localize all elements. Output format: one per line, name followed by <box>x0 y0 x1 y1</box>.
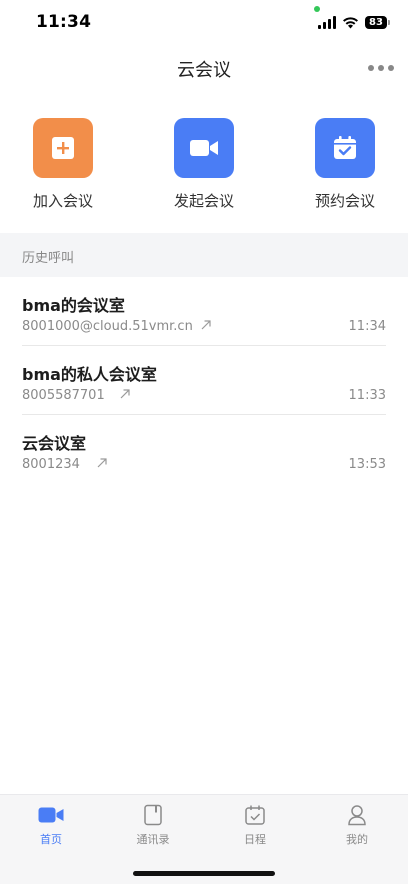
history-item-name: bma的私人会议室 <box>22 365 157 384</box>
page-title: 云会议 <box>177 60 231 81</box>
join-meeting-button[interactable]: 加入会议 <box>13 118 113 211</box>
join-meeting-tile <box>33 118 93 178</box>
history-list: bma的会议室 8001000@cloud.51vmr.cn 11:34 bma… <box>0 277 408 484</box>
outgoing-call-arrow-icon <box>97 458 107 468</box>
schedule-meeting-tile <box>315 118 375 178</box>
outgoing-call-arrow-icon <box>201 320 211 330</box>
history-item-number: 8001000@cloud.51vmr.cn <box>22 319 193 334</box>
user-icon <box>348 805 366 826</box>
history-item-time: 11:33 <box>348 388 386 403</box>
contacts-book-icon <box>144 804 162 826</box>
tab-schedule-label: 日程 <box>244 833 266 846</box>
tab-profile-icon-wrap <box>344 803 370 827</box>
calendar-check-icon <box>245 805 265 825</box>
battery-tip <box>388 19 390 25</box>
tab-contacts[interactable]: 通讯录 <box>102 803 204 847</box>
battery-level: 83 <box>365 15 387 29</box>
history-item-name: 云会议室 <box>22 434 87 453</box>
more-button[interactable] <box>368 61 394 75</box>
status-icons: 83 <box>318 14 390 30</box>
tab-schedule[interactable]: 日程 <box>204 803 306 847</box>
home-indicator <box>133 871 275 876</box>
video-camera-icon <box>38 807 64 823</box>
quick-actions: 加入会议 发起会议 预约会议 <box>0 118 408 218</box>
cellular-signal-icon <box>318 15 336 29</box>
tab-contacts-label: 通讯录 <box>136 833 170 846</box>
start-meeting-label: 发起会议 <box>173 192 234 210</box>
status-time: 11:34 <box>36 12 92 32</box>
more-horizontal-icon <box>378 65 384 71</box>
tab-home-icon-wrap <box>38 803 64 827</box>
history-item[interactable]: bma的会议室 8001000@cloud.51vmr.cn 11:34 <box>0 277 408 346</box>
privacy-indicator <box>314 6 320 12</box>
tab-schedule-icon-wrap <box>242 803 268 827</box>
tab-profile[interactable]: 我的 <box>306 803 408 847</box>
header: 云会议 <box>0 52 408 86</box>
history-item-time: 11:34 <box>348 319 386 334</box>
wifi-icon <box>343 16 358 28</box>
tab-home[interactable]: 首页 <box>0 803 102 847</box>
start-meeting-button[interactable]: 发起会议 <box>154 118 254 211</box>
plus-square-icon <box>52 137 74 159</box>
history-section-title: 历史呼叫 <box>22 251 75 266</box>
schedule-meeting-button[interactable]: 预约会议 <box>295 118 395 211</box>
tab-bar: 首页 通讯录 日程 我的 <box>0 794 408 884</box>
history-item-name: bma的会议室 <box>22 296 125 315</box>
status-bar: 11:34 83 <box>0 0 408 44</box>
outgoing-call-arrow-icon <box>120 389 130 399</box>
history-item-time: 13:53 <box>348 457 386 472</box>
schedule-meeting-label: 预约会议 <box>314 192 375 210</box>
join-meeting-label: 加入会议 <box>32 192 93 210</box>
history-item-number: 8001234 <box>22 457 80 472</box>
calendar-check-icon <box>334 136 356 159</box>
tab-home-label: 首页 <box>40 833 62 846</box>
more-horizontal-icon <box>388 65 394 71</box>
video-camera-icon <box>190 140 218 156</box>
tab-profile-label: 我的 <box>346 833 368 846</box>
history-item-number: 8005587701 <box>22 388 105 403</box>
history-section-header: 历史呼叫 <box>0 233 408 277</box>
start-meeting-tile <box>174 118 234 178</box>
history-item[interactable]: bma的私人会议室 8005587701 11:33 <box>0 346 408 415</box>
more-horizontal-icon <box>368 65 374 71</box>
history-item[interactable]: 云会议室 8001234 13:53 <box>0 415 408 484</box>
tab-contacts-icon-wrap <box>140 803 166 827</box>
